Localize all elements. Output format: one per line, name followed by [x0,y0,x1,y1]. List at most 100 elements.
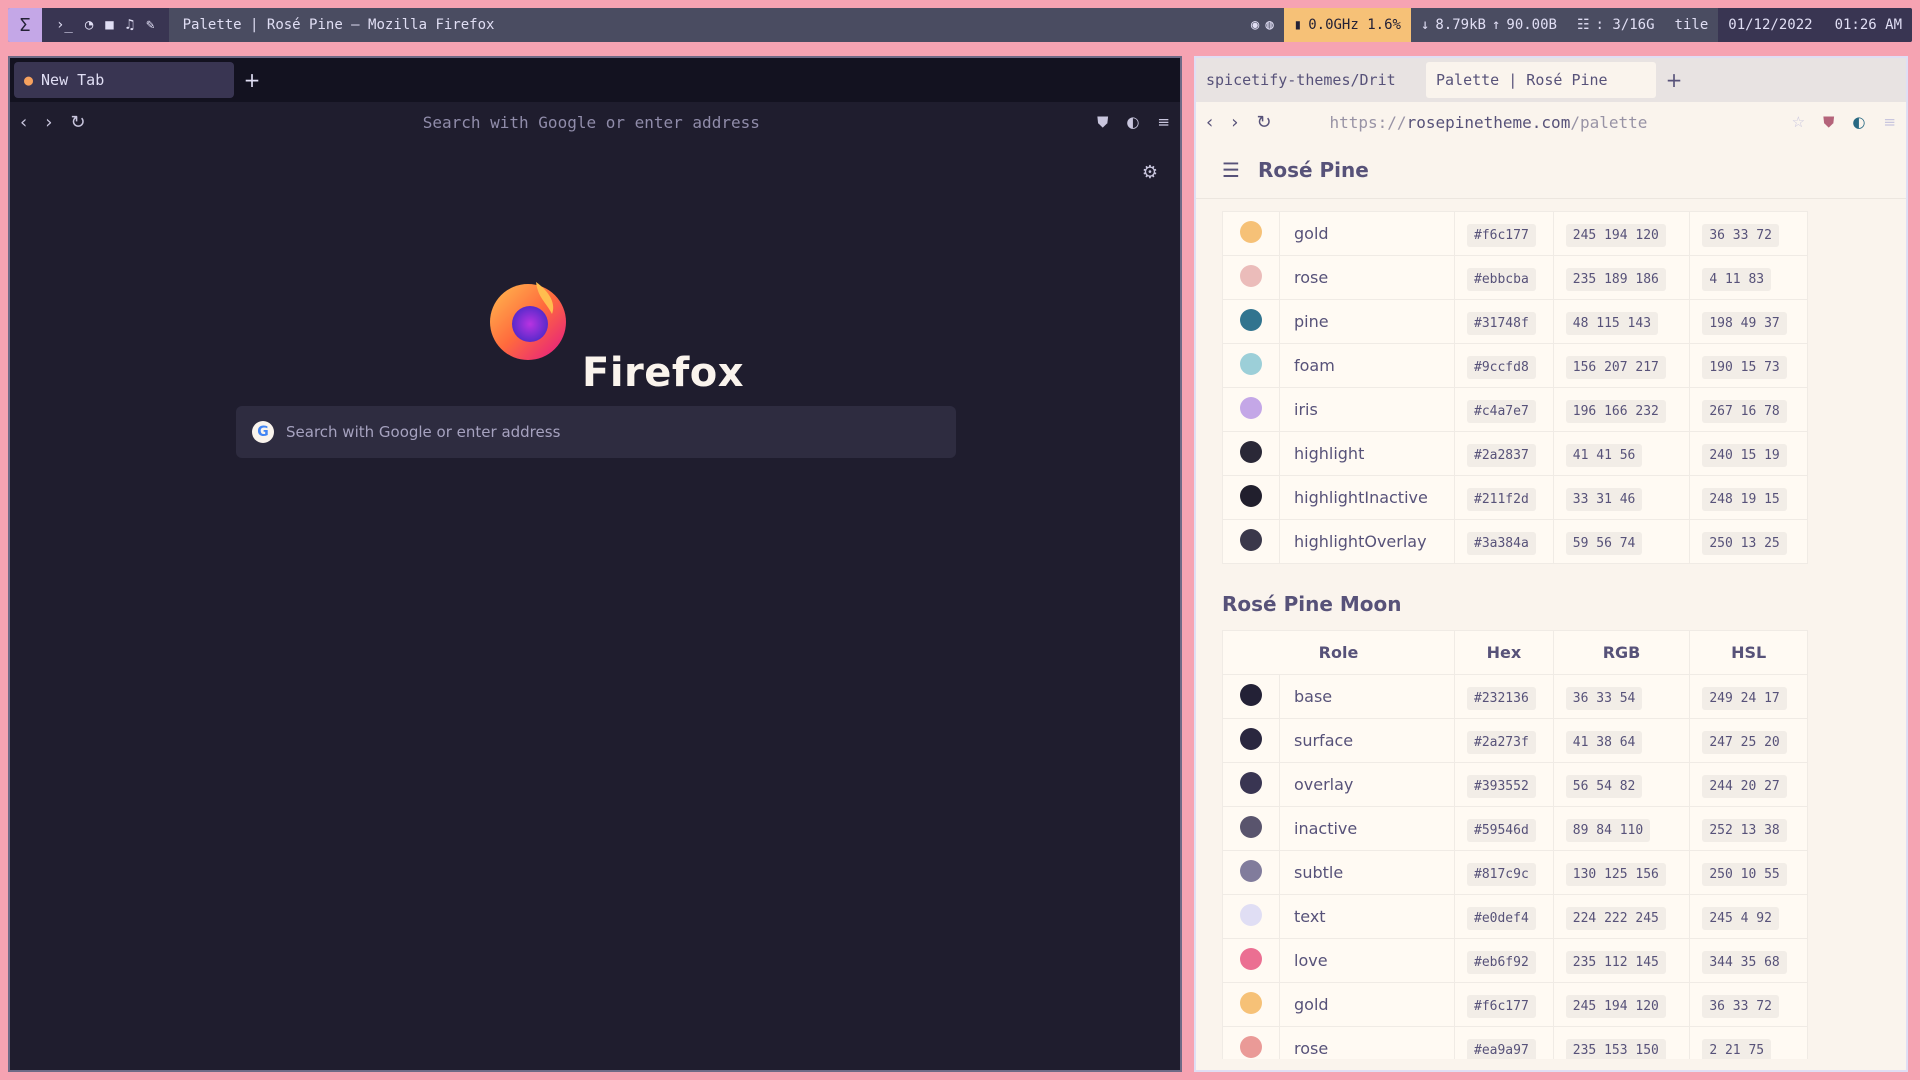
new-tab-button[interactable]: + [234,62,270,98]
hex-value[interactable]: #232136 [1467,687,1536,710]
url-path: /palette [1570,112,1648,132]
color-swatch [1240,1035,1262,1058]
rgb-value[interactable]: 130 125 156 [1565,863,1666,886]
rgb-value[interactable]: 56 54 82 [1565,775,1643,798]
hex-value[interactable]: #ebbcba [1467,268,1536,291]
rgb-value[interactable]: 41 41 56 [1565,444,1643,467]
rgb-value[interactable]: 235 189 186 [1565,268,1666,291]
table-row: highlightInactive #211f2d 33 31 46 248 19 1… [1222,475,1808,520]
rgb-value[interactable]: 59 56 74 [1565,532,1643,555]
hex-value[interactable]: #f6c177 [1467,224,1536,247]
hsl-value[interactable]: 250 10 55 [1702,863,1787,886]
tab-strip: ● New Tab + [10,58,1180,102]
music-icon[interactable]: ♫ [126,17,134,33]
rgb-value[interactable]: 156 207 217 [1565,356,1666,379]
hsl-value[interactable]: 4 11 83 [1702,268,1772,291]
rgb-value[interactable]: 36 33 54 [1565,687,1643,710]
steam-icon[interactable]: ◉ [1251,17,1259,33]
hex-value[interactable]: #2a273f [1467,731,1536,754]
hex-value[interactable]: #f6c177 [1467,995,1536,1018]
hsl-value[interactable]: 198 49 37 [1702,312,1787,335]
new-tab-button[interactable]: + [1656,62,1692,98]
tab-new-tab[interactable]: ● New Tab [14,62,234,98]
ublock-icon[interactable]: ⛊ [1097,113,1108,131]
video-icon[interactable]: ■ [105,17,113,33]
newtab-search-box[interactable]: G Search with Google or enter address [236,406,956,458]
rgb-value[interactable]: 33 31 46 [1565,488,1643,511]
back-icon[interactable]: ‹ [20,112,27,133]
forward-icon[interactable]: › [45,112,52,133]
site-title[interactable]: Rosé Pine [1258,158,1369,182]
hex-value[interactable]: #59546d [1467,819,1536,842]
hex-value[interactable]: #eb6f92 [1467,951,1536,974]
menu-icon[interactable]: ≡ [1883,113,1896,131]
discord-icon[interactable]: ◍ [1265,17,1273,33]
hsl-value[interactable]: 249 24 17 [1702,687,1787,710]
memory-icon: ☷ [1576,17,1590,33]
hsl-value[interactable]: 247 25 20 [1702,731,1787,754]
role-cell: highlightOverlay [1279,519,1455,564]
launcher-icon[interactable]: Σ [8,8,42,42]
color-swatch-cell [1222,938,1280,983]
layout-indicator[interactable]: tile [1665,8,1719,42]
rgb-value[interactable]: 48 115 143 [1565,312,1659,335]
hex-value[interactable]: #393552 [1467,775,1536,798]
rgb-value[interactable]: 196 166 232 [1565,400,1666,423]
terminal-icon[interactable]: ›_ [56,17,73,33]
tab-palette[interactable]: Palette | Rosé Pine [1426,62,1656,98]
hex-value[interactable]: #817c9c [1467,863,1536,886]
rgb-value[interactable]: 245 194 120 [1565,224,1666,247]
url-bar[interactable]: Search with Google or enter address [104,113,1080,132]
hsl-value[interactable]: 2 21 75 [1702,1039,1772,1059]
hsl-value[interactable]: 344 35 68 [1702,951,1787,974]
firefox-icon[interactable]: ◔ [85,17,93,33]
hsl-value[interactable]: 36 33 72 [1702,224,1779,247]
hamburger-menu-icon[interactable]: ☰ [1222,158,1240,182]
rgb-value[interactable]: 235 112 145 [1565,951,1666,974]
color-swatch-cell [1222,255,1280,300]
hsl-value[interactable]: 190 15 73 [1702,356,1787,379]
table-row: subtle #817c9c 130 125 156 250 10 55 [1222,850,1808,895]
ublock-icon[interactable]: ⛊ [1823,113,1834,131]
hex-value[interactable]: #9ccfd8 [1467,356,1536,379]
time: 01:26 AM [1834,17,1902,33]
hsl-value[interactable]: 250 13 25 [1702,532,1787,555]
hex-value[interactable]: #2a2837 [1467,444,1536,467]
hsl-value[interactable]: 248 19 15 [1702,488,1787,511]
reload-icon[interactable]: ↻ [70,112,85,133]
hex-value[interactable]: #31748f [1467,312,1536,335]
hsl-cell: 244 20 27 [1689,762,1808,807]
back-icon[interactable]: ‹ [1206,112,1213,133]
hex-value[interactable]: #211f2d [1467,488,1536,511]
settings-gear-icon[interactable]: ⚙ [1142,162,1158,183]
tab-spicetify[interactable]: spicetify-themes/Drit [1196,62,1426,98]
hsl-value[interactable]: 36 33 72 [1702,995,1779,1018]
rgb-value[interactable]: 41 38 64 [1565,731,1643,754]
forward-icon[interactable]: › [1231,112,1238,133]
table-row: love #eb6f92 235 112 145 344 35 68 [1222,938,1808,983]
role-cell: surface [1279,718,1455,763]
hsl-value[interactable]: 252 13 38 [1702,819,1787,842]
hsl-value[interactable]: 267 16 78 [1702,400,1787,423]
hsl-value[interactable]: 245 4 92 [1702,907,1779,930]
rgb-value[interactable]: 224 222 245 [1565,907,1666,930]
role-cell: text [1279,894,1455,939]
hex-value[interactable]: #e0def4 [1467,907,1536,930]
rgb-value[interactable]: 235 153 150 [1565,1039,1666,1059]
firefox-brand-text: Firefox [582,350,745,396]
rgb-value[interactable]: 89 84 110 [1565,819,1651,842]
url-bar[interactable]: https://rosepinetheme.com/palette [1290,113,1774,132]
hex-value[interactable]: #ea9a97 [1467,1039,1536,1059]
hsl-value[interactable]: 244 20 27 [1702,775,1787,798]
hsl-cell: 249 24 17 [1689,674,1808,719]
menu-icon[interactable]: ≡ [1157,113,1170,131]
reload-icon[interactable]: ↻ [1256,112,1271,133]
hex-value[interactable]: #c4a7e7 [1467,400,1536,423]
hex-value[interactable]: #3a384a [1467,532,1536,555]
hsl-value[interactable]: 240 15 19 [1702,444,1787,467]
bookmark-star-icon[interactable]: ☆ [1792,113,1805,131]
rgb-value[interactable]: 245 194 120 [1565,995,1666,1018]
compass-icon[interactable]: ◐ [1126,113,1139,131]
compass-icon[interactable]: ◐ [1852,113,1865,131]
brush-icon[interactable]: ✎ [146,17,154,33]
